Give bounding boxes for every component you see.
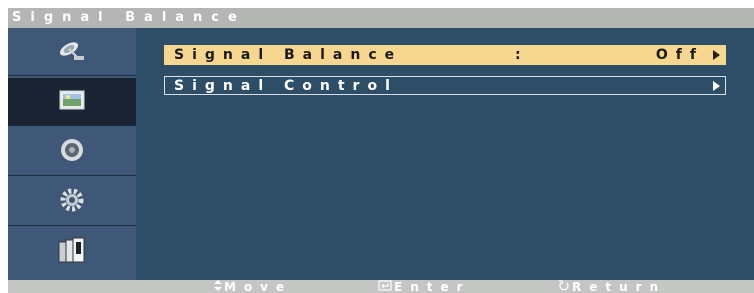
return-icon [558, 280, 572, 293]
sidebar-item-picture[interactable] [8, 78, 136, 126]
up-down-arrow-icon [214, 280, 224, 293]
sidebar [8, 28, 136, 280]
speaker-icon [58, 137, 86, 167]
enter-icon [378, 280, 394, 293]
arrow-right-icon [713, 50, 720, 60]
menu-item-signal-control[interactable]: Signal Control [164, 76, 726, 95]
hint-enter: Enter [378, 280, 471, 293]
gear-icon [58, 187, 86, 217]
osd-window: Signal Balance Signal Balance: Off Sign… [0, 0, 754, 293]
satellite-dish-icon [57, 37, 87, 67]
hint-move: Move [214, 280, 292, 293]
menu-item-label: Signal Balance [174, 47, 403, 63]
hint-return-label: Return [572, 280, 667, 293]
hint-enter-label: Enter [394, 280, 471, 293]
menu-item-separator: : [515, 47, 529, 63]
hint-return: Return [558, 280, 666, 293]
sidebar-item-setup[interactable] [8, 178, 136, 226]
sidebar-item-sound[interactable] [8, 128, 136, 176]
menu-item-label: Signal Control [174, 78, 398, 94]
sidebar-item-input[interactable] [8, 28, 136, 76]
menu-item-value: Off [655, 47, 704, 63]
multi-screen-icon [57, 236, 87, 268]
menu-title: Signal Balance [8, 8, 754, 28]
menu-panel: Signal Balance : Off Signal Control [136, 28, 754, 280]
picture-icon [58, 87, 86, 117]
arrow-right-icon [713, 81, 720, 91]
menu-item-signal-balance[interactable]: Signal Balance : Off [164, 45, 726, 65]
footer-hints: Move Enter Return [8, 280, 754, 293]
hint-move-label: Move [224, 280, 293, 293]
sidebar-item-multi-control[interactable] [8, 228, 136, 276]
